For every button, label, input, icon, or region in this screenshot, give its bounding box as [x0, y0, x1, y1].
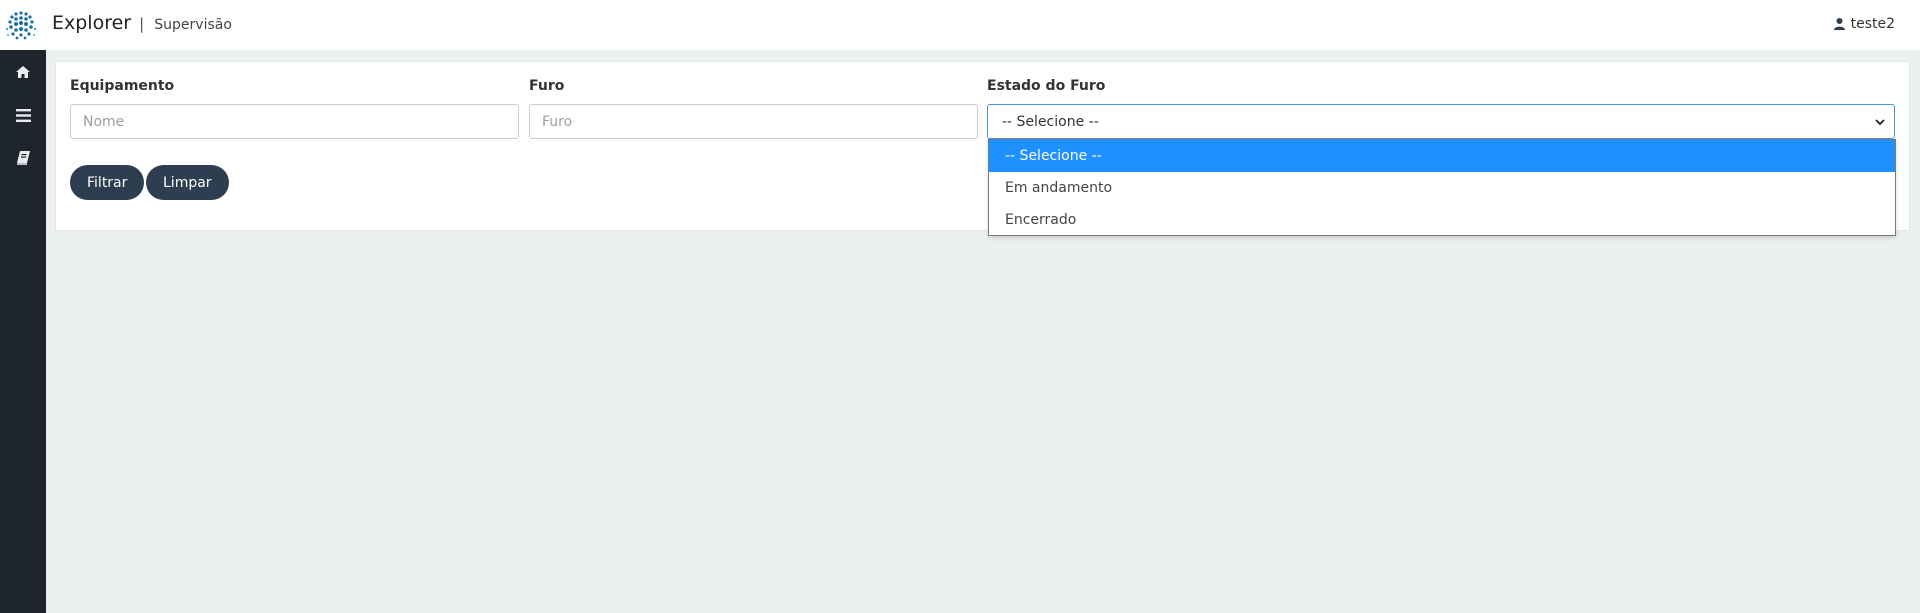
user-menu[interactable]: teste2	[1833, 16, 1895, 32]
estado-furo-selected-value: -- Selecione --	[1002, 113, 1099, 130]
brand-title: Explorer	[52, 12, 132, 34]
estado-furo-dropdown: -- Selecione -- Em andamento Encerrado	[988, 139, 1896, 236]
book-icon[interactable]	[13, 148, 33, 168]
dropdown-option[interactable]: Em andamento	[989, 172, 1895, 204]
home-icon[interactable]	[13, 62, 33, 82]
sidebar	[0, 50, 46, 613]
dropdown-option[interactable]: -- Selecione --	[989, 140, 1895, 172]
top-bar: Explorer | Supervisão teste2	[0, 0, 1920, 50]
menu-icon[interactable]	[13, 105, 33, 125]
furo-label: Furo	[529, 78, 565, 94]
clear-button[interactable]: Limpar	[146, 165, 229, 200]
brand-separator: |	[139, 15, 145, 33]
brand-subtitle: Supervisão	[154, 17, 232, 33]
explorer-logo-icon[interactable]	[4, 9, 38, 43]
estado-furo-select[interactable]: -- Selecione --	[987, 104, 1895, 139]
user-name: teste2	[1850, 16, 1895, 32]
estado-furo-label: Estado do Furo	[987, 78, 1106, 94]
dropdown-option[interactable]: Encerrado	[989, 204, 1895, 236]
furo-input[interactable]	[529, 104, 978, 139]
equipamento-label: Equipamento	[70, 78, 175, 94]
app-brand: Explorer | Supervisão	[52, 12, 232, 34]
filter-button[interactable]: Filtrar	[70, 165, 145, 200]
equipamento-input[interactable]	[70, 104, 519, 139]
user-icon	[1833, 18, 1845, 30]
chevron-down-icon	[1875, 119, 1885, 126]
